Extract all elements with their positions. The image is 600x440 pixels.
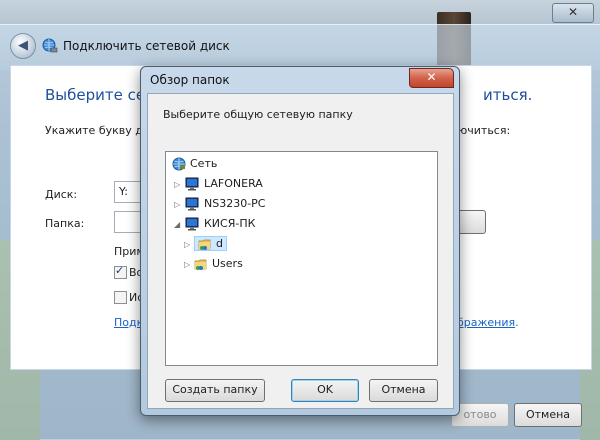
disk-letter-value: Y: <box>119 185 128 198</box>
new-folder-button[interactable]: Создать папку <box>165 379 265 402</box>
folder-label: Папка: <box>45 217 85 230</box>
tree-item-network[interactable]: Сеть <box>172 155 217 173</box>
back-button[interactable]: ◀ <box>10 33 36 59</box>
link-end-period: . <box>515 316 519 329</box>
dialog-close-button[interactable]: ✕ <box>409 68 454 88</box>
wizard-instruction-end: ючиться: <box>458 124 511 137</box>
back-arrow-icon: ◀ <box>18 38 28 53</box>
tree-item-label: NS3230-PC <box>204 197 266 210</box>
tree-item-share-d[interactable]: ▷ d <box>184 235 227 253</box>
selected-item[interactable]: d <box>194 236 227 251</box>
shared-folder-icon <box>194 259 207 270</box>
wizard-title: Подключить сетевой диск <box>63 39 230 53</box>
tree-item-label: LAFONERA <box>204 177 263 190</box>
shared-folder-icon <box>198 239 211 250</box>
tree-item-ns3230-pc[interactable]: ▷ NS3230-PC <box>174 195 266 213</box>
tree-item-lafonera[interactable]: ▷ LAFONERA <box>174 175 263 193</box>
expand-arrow-icon[interactable]: ▷ <box>174 196 184 214</box>
window-close-button[interactable]: ✕ <box>552 3 594 23</box>
computer-icon <box>185 197 199 211</box>
tree-item-label: d <box>216 237 223 250</box>
connect-website-link-end[interactable]: бражения. <box>457 316 519 329</box>
dialog-title: Обзор папок <box>150 73 230 87</box>
folder-tree[interactable]: Сеть ▷ LAFONERA ▷ NS3230-PC ◢ КИСЯ-ПК ▷ … <box>165 151 438 366</box>
wizard-cancel-button[interactable]: Отмена <box>514 403 582 427</box>
tree-item-label: Users <box>212 257 243 270</box>
disk-label: Диск: <box>45 188 78 201</box>
network-icon <box>172 157 186 171</box>
connect-website-link[interactable]: Подк <box>114 316 143 329</box>
expand-arrow-icon[interactable]: ▷ <box>184 236 194 254</box>
tree-item-share-users[interactable]: ▷ Users <box>184 255 243 273</box>
dialog-content: Выберите общую сетевую папку Сеть ▷ LAFO… <box>147 93 454 409</box>
tree-item-kisya-pc[interactable]: ◢ КИСЯ-ПК <box>174 215 255 233</box>
reconnect-checkbox[interactable] <box>114 264 127 279</box>
wizard-heading-end: иться. <box>483 86 533 104</box>
link-end-text[interactable]: бражения <box>457 316 515 329</box>
ok-button[interactable]: OK <box>291 379 359 402</box>
network-drive-icon <box>42 38 58 53</box>
wizard-header: ◀ Подключить сетевой диск <box>0 25 600 65</box>
computer-icon <box>185 177 199 191</box>
other-credentials-checkbox[interactable] <box>114 291 127 304</box>
tree-item-label: КИСЯ-ПК <box>204 217 256 230</box>
collapse-arrow-icon[interactable]: ◢ <box>174 216 184 234</box>
expand-arrow-icon[interactable]: ▷ <box>184 256 194 274</box>
computer-icon <box>185 217 199 231</box>
dialog-cancel-button[interactable]: Отмена <box>369 379 438 402</box>
expand-arrow-icon[interactable]: ▷ <box>174 176 184 194</box>
dialog-prompt: Выберите общую сетевую папку <box>163 108 353 121</box>
browse-for-folder-dialog: Обзор папок ✕ Выберите общую сетевую пап… <box>140 66 460 416</box>
tree-item-label: Сеть <box>190 157 218 170</box>
